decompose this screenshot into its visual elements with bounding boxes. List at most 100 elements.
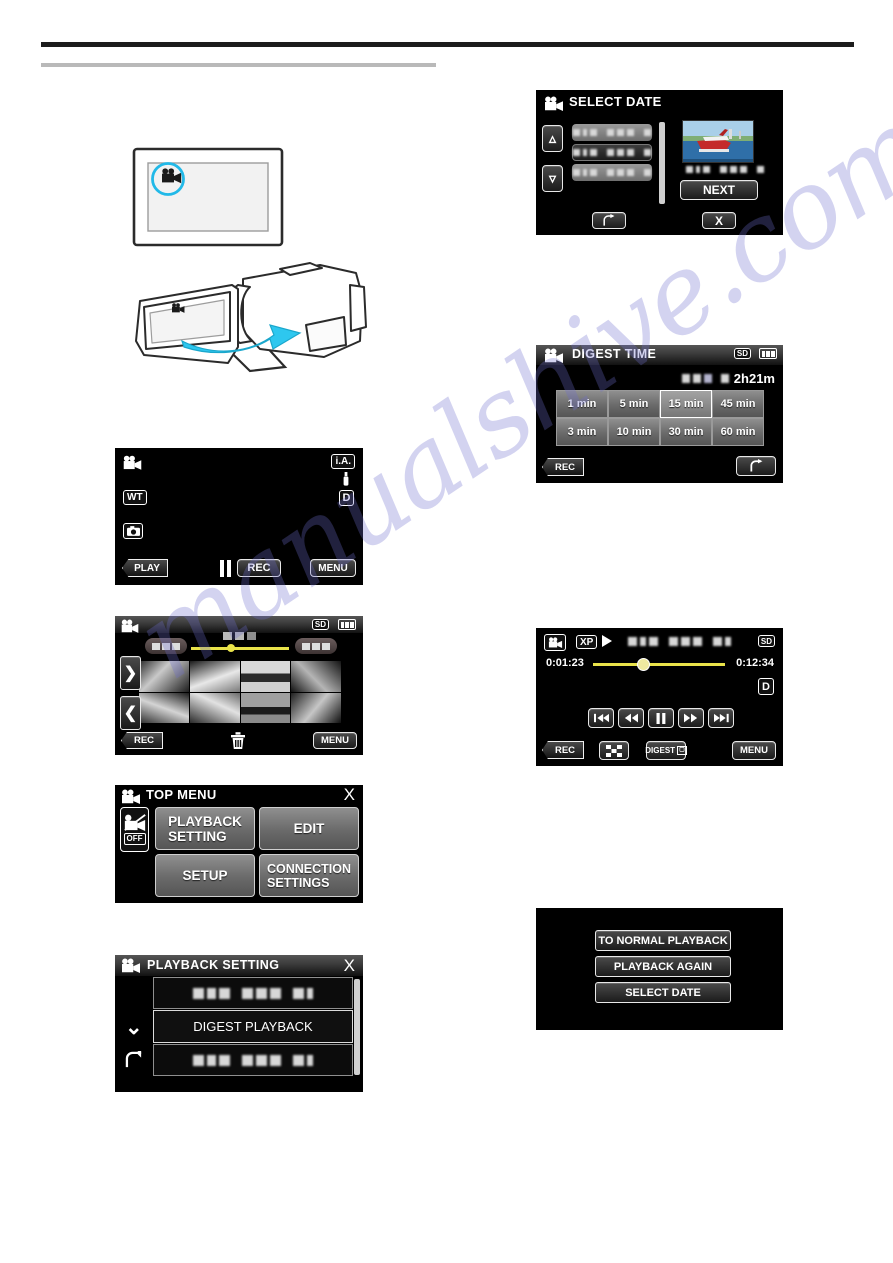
digest-button[interactable]: DIGEST ▢ <box>645 741 687 760</box>
chevron-down-icon[interactable]: ▿ <box>542 165 563 192</box>
playback-setting-screen: PLAYBACK SETTING X ⌄ DIGEST PLAYBACK <box>115 955 363 1092</box>
scrollbar-thumb[interactable] <box>659 122 665 204</box>
rec-back-button[interactable]: REC <box>121 732 163 749</box>
rec-back-button[interactable]: REC <box>542 741 584 759</box>
skip-back-icon[interactable] <box>588 708 614 728</box>
header-rule-thin <box>41 63 436 67</box>
digest-option-60min[interactable]: 60 min <box>712 418 764 446</box>
close-icon[interactable]: X <box>344 956 355 976</box>
video-mode-icon <box>544 96 564 116</box>
play-button[interactable]: PLAY <box>122 559 168 577</box>
digest-option-1min[interactable]: 1 min <box>556 390 608 418</box>
menu-button[interactable]: MENU <box>310 559 356 577</box>
still-capture-icon[interactable] <box>123 523 143 539</box>
menu-button[interactable]: MENU <box>732 741 776 760</box>
chevron-up-icon[interactable]: ▵ <box>542 125 563 152</box>
menu-item-select-date[interactable]: SELECT DATE <box>595 982 731 1003</box>
video-playback-screen: XP SD 0:01:23 0:12:34 D REC DIGEST ▢ MEN… <box>536 628 783 766</box>
elapsed-time: 0:01:23 <box>546 657 584 669</box>
thumbnail-cell[interactable] <box>189 692 240 723</box>
redacted-label <box>193 987 313 999</box>
zoom-wt-badge[interactable]: WT <box>123 490 147 505</box>
thumbnail-grid[interactable] <box>139 661 341 723</box>
rec-button[interactable]: REC <box>237 559 281 577</box>
video-mode-icon <box>121 789 141 809</box>
trash-icon[interactable] <box>229 731 247 750</box>
display-badge[interactable]: D <box>339 490 354 506</box>
playback-setting-row[interactable] <box>153 1044 353 1076</box>
chevron-down-icon[interactable]: ⌄ <box>125 1017 143 1038</box>
return-arrow-icon[interactable] <box>124 1048 145 1074</box>
digest-end-menu-screen: TO NORMAL PLAYBACK PLAYBACK AGAIN SELECT… <box>536 908 783 1030</box>
manual-page: manualshive.com i.A. WT D PLAY REC MENU … <box>0 0 893 1263</box>
menu-button[interactable]: MENU <box>313 732 357 749</box>
playback-progress-track[interactable] <box>593 663 725 666</box>
slider-left-pill[interactable] <box>145 638 187 654</box>
redacted-date-label <box>628 637 731 646</box>
return-arrow-icon[interactable] <box>592 212 626 229</box>
menu-item-connection-settings[interactable]: CONNECTION SETTINGS <box>259 854 359 897</box>
menu-item-playback-again[interactable]: PLAYBACK AGAIN <box>595 956 731 977</box>
video-mode-icon <box>121 619 139 638</box>
quality-badge: XP <box>576 635 598 649</box>
next-button[interactable]: NEXT <box>680 180 758 200</box>
date-row[interactable] <box>572 124 652 141</box>
playback-setting-row[interactable] <box>153 977 353 1009</box>
date-row[interactable] <box>572 164 652 181</box>
digest-option-15min[interactable]: 15 min <box>660 390 712 418</box>
slider-knob[interactable] <box>227 644 235 652</box>
date-slider[interactable] <box>145 632 337 656</box>
thumbnail-cell[interactable] <box>291 692 341 723</box>
page-back-arrow[interactable]: ❮ <box>120 696 141 730</box>
redacted-date <box>573 149 651 156</box>
scrollbar-thumb[interactable] <box>354 979 360 1075</box>
close-icon[interactable]: X <box>344 786 355 803</box>
thumbnail-cell[interactable] <box>189 661 240 692</box>
menu-item-setup[interactable]: SETUP <box>155 854 255 897</box>
digest-time-screen: DIGEST TIME SD 2h21m 1 min 5 min 15 min … <box>536 345 783 483</box>
menu-item-edit[interactable]: EDIT <box>259 807 359 850</box>
digest-option-30min[interactable]: 30 min <box>660 418 712 446</box>
record-standby-screen: i.A. WT D PLAY REC MENU <box>115 448 363 585</box>
intelligent-auto-badge[interactable]: i.A. <box>331 454 355 469</box>
playback-setting-row-digest[interactable]: DIGEST PLAYBACK <box>153 1010 353 1043</box>
thumbnail-cell[interactable] <box>240 692 291 723</box>
date-row[interactable] <box>572 144 652 161</box>
sd-badge: SD <box>733 348 751 359</box>
thumbnail-cell[interactable] <box>291 661 341 692</box>
mic-icon <box>343 472 349 491</box>
transport-controls[interactable] <box>588 708 734 728</box>
slider-track[interactable] <box>191 647 289 650</box>
menu-item-playback-setting[interactable]: PLAYBACK SETTING <box>155 807 255 850</box>
rewind-icon[interactable] <box>618 708 644 728</box>
slider-top-labels <box>223 632 256 640</box>
slider-right-pill[interactable] <box>295 638 337 654</box>
thumbnail-cell[interactable] <box>139 661 189 692</box>
pause-icon[interactable] <box>648 708 674 728</box>
return-arrow-icon[interactable] <box>736 456 776 476</box>
play-icon <box>602 635 612 647</box>
video-mode-icon[interactable] <box>123 455 142 475</box>
digest-option-45min[interactable]: 45 min <box>712 390 764 418</box>
silent-mode-off-icon[interactable]: OFF <box>120 807 149 852</box>
fast-forward-icon[interactable] <box>678 708 704 728</box>
total-time: 0:12:34 <box>736 657 774 669</box>
digest-time-options[interactable]: 1 min 5 min 15 min 45 min 3 min 10 min 3… <box>556 390 764 446</box>
sd-badge: SD <box>311 619 329 630</box>
playback-progress-knob[interactable] <box>637 658 650 671</box>
index-grid-icon[interactable] <box>599 741 629 760</box>
digest-option-3min[interactable]: 3 min <box>556 418 608 446</box>
menu-item-to-normal-playback[interactable]: TO NORMAL PLAYBACK <box>595 930 731 951</box>
camcorder-svg <box>132 147 367 373</box>
rec-back-button[interactable]: REC <box>542 458 584 476</box>
page-forward-arrow[interactable]: ❯ <box>120 656 141 690</box>
display-badge[interactable]: D <box>758 678 774 695</box>
video-mode-icon[interactable] <box>544 634 566 651</box>
close-icon[interactable]: X <box>702 212 736 229</box>
digest-option-10min[interactable]: 10 min <box>608 418 660 446</box>
skip-forward-icon[interactable] <box>708 708 734 728</box>
thumbnail-cell[interactable] <box>139 692 189 723</box>
thumbnail-cell[interactable] <box>240 661 291 692</box>
digest-option-5min[interactable]: 5 min <box>608 390 660 418</box>
thumb-date-label <box>686 166 764 173</box>
